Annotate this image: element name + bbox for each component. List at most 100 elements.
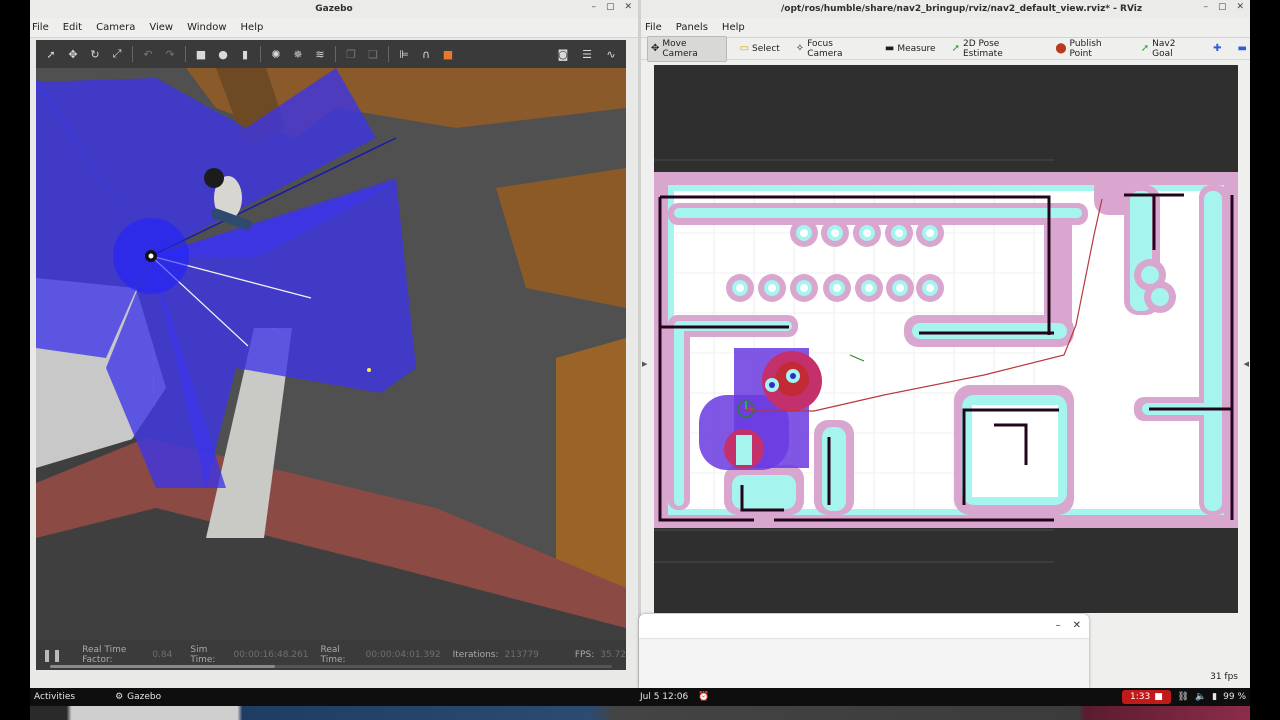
tool-focus-camera[interactable]: ✧ Focus Camera: [793, 37, 872, 61]
pose-estimate-icon: ➚: [951, 43, 960, 54]
tool-publish-point[interactable]: ⬤ Publish Point: [1052, 37, 1127, 61]
menu-help[interactable]: Help: [241, 22, 264, 33]
dialog-body: [639, 638, 1089, 688]
gazebo-statusbar: ❚❚ Real Time Factor: 0.84 Sim Time: 00:0…: [36, 640, 626, 670]
translate-icon[interactable]: ✥: [66, 47, 80, 61]
tool-measure[interactable]: ▬ Measure: [882, 41, 939, 56]
color-icon[interactable]: ■: [441, 47, 455, 61]
pause-icon[interactable]: ❚❚: [42, 648, 62, 662]
maximize-icon[interactable]: ▢: [1218, 2, 1227, 12]
remove-tool-button[interactable]: ▬: [1235, 41, 1250, 56]
menu-help[interactable]: Help: [722, 22, 745, 33]
publish-point-icon: ⬤: [1055, 43, 1067, 54]
rviz-window: /opt/ros/humble/share/nav2_bringup/rviz/…: [641, 0, 1250, 688]
clock[interactable]: Jul 5 12:06: [640, 692, 688, 702]
fps-value: 35.72: [600, 650, 626, 660]
sim-time-label: Sim Time:: [190, 645, 216, 665]
plot-icon[interactable]: ∿: [604, 47, 618, 61]
minus-icon: ▬: [1237, 43, 1247, 54]
rviz-toolbar: ✥ Move Camera ▭ Select ✧ Focus Camera ▬ Meas…: [641, 35, 1250, 62]
real-time-value: 00:00:04:01.392: [365, 650, 441, 660]
maximize-icon[interactable]: ▢: [606, 2, 615, 12]
menu-camera[interactable]: Camera: [96, 22, 135, 33]
minimize-icon[interactable]: –: [1203, 2, 1208, 12]
rotate-icon[interactable]: ↻: [88, 47, 102, 61]
gazebo-app-icon: ⚙: [115, 692, 124, 702]
menu-window[interactable]: Window: [187, 22, 226, 33]
tool-move-camera[interactable]: ✥ Move Camera: [647, 35, 727, 62]
add-tool-button[interactable]: ✚: [1210, 41, 1224, 56]
desktop-top-panel: Activities ⚙ Gazebo Jul 5 12:06 ⏰ 1:33 ■…: [30, 688, 1250, 706]
rviz-titlebar: /opt/ros/humble/share/nav2_bringup/rviz/…: [641, 0, 1250, 18]
network-icon: ⛓: [1177, 692, 1189, 702]
minimize-icon[interactable]: –: [591, 2, 596, 12]
gazebo-window: Gazebo – ▢ ✕ File Edit Camera View Windo…: [30, 0, 638, 688]
gazebo-scene: [36, 68, 626, 640]
rviz-menubar: File Panels Help: [641, 18, 1250, 38]
gazebo-3d-viewport[interactable]: [36, 68, 626, 640]
battery-level: 99 %: [1223, 692, 1246, 702]
menu-view[interactable]: View: [149, 22, 173, 33]
close-icon[interactable]: ✕: [1073, 620, 1081, 631]
rtf-label: Real Time Factor:: [82, 645, 127, 665]
rviz-title: /opt/ros/humble/share/nav2_bringup/rviz/…: [781, 4, 1143, 14]
plus-icon: ✚: [1213, 43, 1222, 54]
close-icon[interactable]: ✕: [1236, 2, 1244, 12]
app-menu[interactable]: ⚙ Gazebo: [115, 692, 161, 702]
select-arrow-icon[interactable]: ➚: [44, 47, 58, 61]
rviz-map: [654, 159, 1238, 563]
gazebo-scrollbar[interactable]: [50, 665, 612, 668]
rviz-3d-view[interactable]: [654, 65, 1238, 613]
activities-button[interactable]: Activities: [34, 692, 75, 702]
notification-icon[interactable]: ⏰: [698, 692, 709, 702]
iterations-value: 213779: [504, 650, 539, 660]
screenshot-icon[interactable]: ◙: [556, 47, 570, 61]
align-icon[interactable]: ⊫: [397, 47, 411, 61]
directional-light-icon[interactable]: ≋: [313, 47, 327, 61]
focus-camera-icon: ✧: [795, 43, 805, 54]
fps-label: FPS:: [574, 650, 595, 660]
measure-icon: ▬: [884, 43, 895, 54]
tool-select[interactable]: ▭ Select: [737, 41, 783, 56]
paste-icon[interactable]: ❏: [366, 47, 380, 61]
gazebo-menubar: File Edit Camera View Window Help: [30, 18, 638, 38]
system-tray[interactable]: ⛓ 🔈 ▮ 99 %: [1178, 692, 1246, 702]
menu-file[interactable]: File: [645, 22, 662, 33]
menu-edit[interactable]: Edit: [63, 22, 82, 33]
floating-dialog: – ✕: [639, 614, 1089, 688]
point-light-icon[interactable]: ✺: [269, 47, 283, 61]
close-icon[interactable]: ✕: [624, 2, 632, 12]
sim-time-value: 00:00:16:48.261: [233, 650, 309, 660]
desktop-background-strip: [30, 706, 1250, 720]
redo-icon[interactable]: ↷: [163, 47, 177, 61]
cylinder-shape-icon[interactable]: ▮: [238, 47, 252, 61]
right-dock-handle[interactable]: ◀: [1244, 360, 1249, 368]
box-shape-icon[interactable]: ■: [194, 47, 208, 61]
volume-icon: 🔈: [1194, 692, 1207, 702]
menu-file[interactable]: File: [32, 22, 49, 33]
snap-icon[interactable]: ∩: [419, 47, 433, 61]
real-time-label: Real Time:: [320, 645, 346, 665]
rtf-value: 0.84: [152, 650, 173, 660]
copy-icon[interactable]: ❐: [344, 47, 358, 61]
recording-indicator[interactable]: 1:33 ■: [1122, 690, 1171, 704]
log-icon[interactable]: ☰: [580, 47, 594, 61]
minimize-icon[interactable]: –: [1056, 620, 1061, 631]
gazebo-toolbar: ➚ ✥ ↻ ⤢ ↶ ↷ ■ ● ▮ ✺ ✵ ≋ ❐ ❏ ⊫ ∩ ■ ◙ ☰ ∿: [36, 40, 626, 68]
gazebo-title: Gazebo: [315, 4, 353, 14]
gazebo-titlebar: Gazebo – ▢ ✕: [30, 0, 638, 18]
menu-panels[interactable]: Panels: [676, 22, 708, 33]
tool-nav2-goal[interactable]: ➚ Nav2 Goal: [1138, 37, 1200, 61]
stop-record-icon: ■: [1154, 692, 1163, 702]
letterbox-left: [0, 0, 30, 720]
letterbox-right: [1250, 0, 1280, 720]
iterations-label: Iterations:: [452, 650, 499, 660]
left-dock-handle[interactable]: ▶: [642, 360, 647, 368]
move-camera-icon: ✥: [651, 43, 660, 54]
sphere-shape-icon[interactable]: ●: [216, 47, 230, 61]
spot-light-icon[interactable]: ✵: [291, 47, 305, 61]
select-icon: ▭: [739, 43, 750, 54]
tool-2d-pose-estimate[interactable]: ➚ 2D Pose Estimate: [949, 37, 1043, 61]
undo-icon[interactable]: ↶: [141, 47, 155, 61]
scale-icon[interactable]: ⤢: [110, 47, 124, 61]
